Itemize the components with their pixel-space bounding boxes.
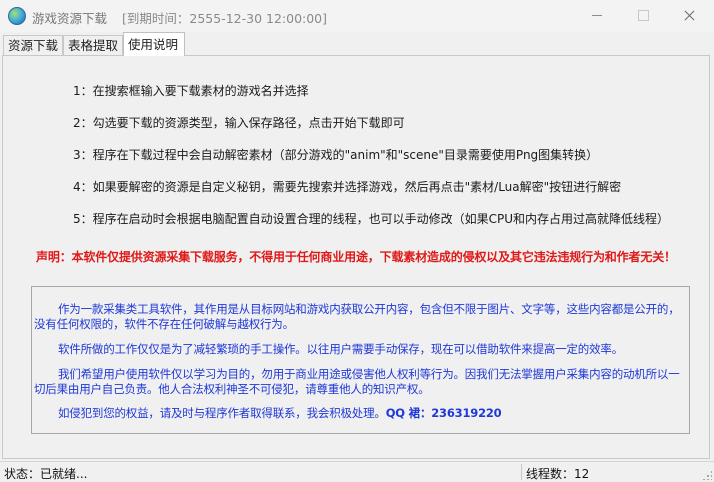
notice-paragraph-4: 如侵犯到您的权益，请及时与程序作者取得联系，我会积极处理。QQ 裙：236319…: [34, 406, 682, 421]
maximize-icon: [637, 9, 649, 21]
notice-box: 作为一款采集类工具软件，其作用是从目标网站和游戏内获取公开内容，包含但不限于图片…: [31, 286, 690, 434]
qq-group: QQ 裙：236319220: [385, 406, 502, 420]
thread-count: 线程数：12: [526, 467, 590, 481]
notice-contact-text: 如侵犯到您的权益，请及时与程序作者取得联系，我会积极处理。: [58, 406, 386, 420]
tab-bar: 资源下载 表格提取 使用说明: [0, 32, 714, 56]
minimize-button[interactable]: [574, 0, 620, 30]
instruction-1: 1：在搜索框输入要下载素材的游戏名并选择: [73, 84, 309, 98]
window-title: 游戏资源下载: [32, 11, 108, 26]
status-separator: [521, 464, 522, 480]
maximize-button[interactable]: [620, 0, 666, 30]
minimize-icon: [592, 14, 602, 16]
notice-paragraph-3: 我们希望用户使用软件仅以学习为目的，勿用于商业用途或侵害他人权利等行为。因我们无…: [34, 367, 680, 396]
instruction-5: 5：程序在启动时会根据电脑配置自动设置合理的线程，也可以手动修改（如果CPU和内…: [73, 212, 670, 226]
close-button[interactable]: [666, 0, 712, 30]
tab-usage-guide[interactable]: 使用说明: [123, 32, 185, 56]
status-text: 状态：已就绪...: [4, 467, 88, 481]
instruction-4: 4：如果要解密的资源是自定义秘钥，需要先搜索并选择游戏，然后再点击"素材/Lua…: [73, 180, 622, 194]
disclaimer-text: 声明：本软件仅提供资源采集下载服务，不得用于任何商业用途，下载素材造成的侵权以及…: [36, 250, 676, 264]
notice-paragraph-1: 作为一款采集类工具软件，其作用是从目标网站和游戏内获取公开内容，包含但不限于图片…: [34, 302, 680, 331]
close-icon: [684, 10, 695, 21]
status-bar: 状态：已就绪... 线程数：12: [0, 461, 714, 482]
title-bar: 游戏资源下载 [到期时间：2555-12-30 12:00:00]: [0, 0, 714, 32]
tab-resource-download[interactable]: 资源下载: [3, 35, 63, 55]
notice-paragraph-2: 软件所做的工作仅仅是为了减轻繁琐的手工操作。以往用户需要手动保存，现在可以借助软…: [58, 342, 623, 356]
app-globe-icon: [8, 7, 26, 25]
expiry-time: [到期时间：2555-12-30 12:00:00]: [122, 11, 328, 26]
instruction-3: 3：程序在下载过程中会自动解密素材（部分游戏的"anim"和"scene"目录需…: [73, 148, 599, 162]
instruction-2: 2：勾选要下载的资源类型，输入保存路径，点击开始下载即可: [73, 116, 405, 130]
tab-table-extract[interactable]: 表格提取: [63, 35, 123, 55]
resize-grip-icon[interactable]: [702, 470, 712, 480]
